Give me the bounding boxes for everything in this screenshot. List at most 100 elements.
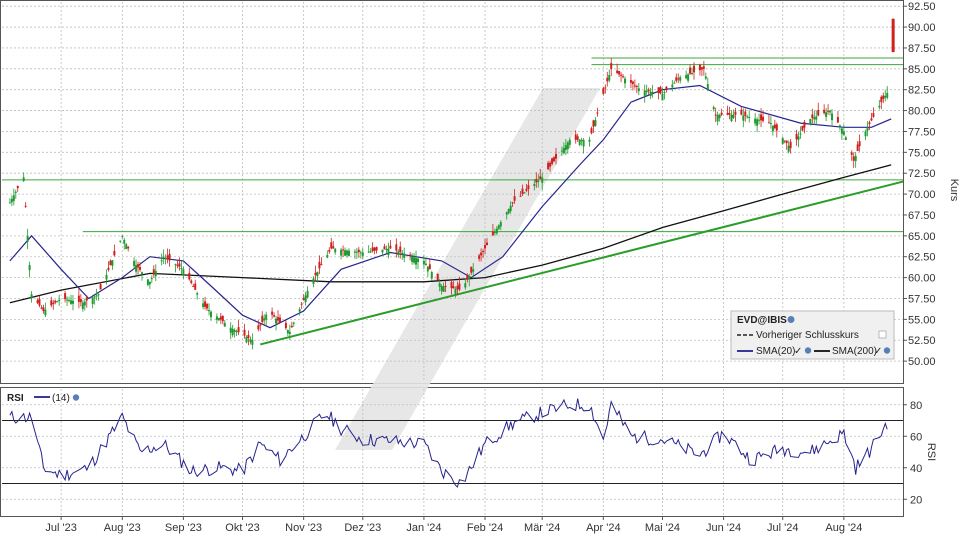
candle-body [482,251,485,253]
candle-body [590,128,593,134]
candle-body [665,86,668,91]
candle-body [77,295,80,302]
candle-body [541,177,544,183]
candle-body [221,315,224,322]
candle-body [606,77,609,82]
candle-body [306,290,309,298]
candle-body [371,247,374,252]
price-tick-label: 60.00 [908,273,936,285]
candle-body [574,134,577,140]
candle-body [649,91,652,96]
globe-icon[interactable] [72,394,80,401]
rsi-tick-label: 40 [910,463,922,475]
price-tick-label: 65.00 [908,231,936,243]
candle-body [8,202,11,204]
rsi-axis-title: RSI [925,443,937,461]
candle-body [24,205,27,207]
candle-body [154,271,157,277]
date-tick-label: Okt '23 [225,522,260,534]
candle-body [785,140,788,144]
candle-body [452,286,455,289]
candle-body [553,157,556,162]
candle-body [840,128,843,134]
candle-body [204,301,207,307]
candle-body [342,249,345,251]
candle-body [616,70,619,73]
candle-body [304,295,307,303]
candle-body [99,284,102,290]
rsi-axis-ticks: 20 40 60 80 [903,400,922,506]
candle-body [687,74,690,81]
candle-body [275,318,278,324]
candle-body [247,334,250,338]
price-tick-label: 75.00 [908,147,936,159]
candle-body [387,248,390,256]
globe-icon[interactable] [883,347,891,354]
candle-body [838,125,841,127]
candle-body [180,268,183,269]
candle-body [278,317,281,323]
legend-sma200: SMA(200) [832,346,877,357]
candle-body [137,264,140,268]
candle-body [769,123,772,125]
candle-body [113,250,116,256]
candle-body [576,136,579,140]
candle-body [182,269,185,276]
candle-body [700,67,703,70]
checkbox-icon[interactable] [878,330,887,339]
rsi-legend-title: RSI [7,393,24,404]
candle-body [602,88,605,94]
date-tick-label: Jan '24 [406,522,441,534]
candle-body [139,266,142,270]
candle-body [659,87,662,94]
candle-body [71,300,74,304]
candle-body [162,256,165,258]
check-icon[interactable]: ✓ [794,346,802,357]
candle-body [68,300,71,302]
candle-body [442,286,445,292]
candle-body [868,122,871,125]
candle-body [105,274,108,280]
globe-icon[interactable] [787,316,795,323]
candle-body [533,184,536,187]
check-icon[interactable]: ✓ [874,346,882,357]
price-tick-label: 72.50 [908,168,936,180]
date-tick-label: Jul '24 [767,522,798,534]
candle-body [219,316,222,320]
candle-body [608,75,611,81]
globe-icon[interactable] [804,347,812,354]
candle-body [539,176,542,180]
candle-body [168,253,171,261]
price-tick-label: 85.00 [908,64,936,76]
candle-body [330,242,333,249]
candle-body [799,133,802,135]
candle-body [748,116,751,118]
candle-body [64,293,67,300]
candle-body [26,235,29,242]
candle-body [273,315,276,317]
candle-body [661,93,664,101]
candle-body [231,328,234,336]
price-tick-label: 82.50 [908,85,936,97]
candle-body [133,260,136,267]
candle-body [551,158,554,164]
candle-body [470,266,473,273]
candle-body [357,249,360,253]
candle-body [16,186,19,189]
date-tick-label: Aug '24 [825,522,862,534]
candle-body [243,329,246,336]
candle-body [870,118,873,121]
candle-body [635,86,638,88]
candle-body [813,117,816,120]
candle-body [411,256,414,262]
candle-body [188,272,191,280]
candle-body [744,111,747,116]
last-candle [891,18,895,53]
candle-body [58,299,61,302]
candle-body [537,180,540,183]
candle-body [484,245,487,249]
candle-body [152,269,155,275]
price-axis-ticks: 50.00 52.50 55.00 57.50 60.00 62.50 65.00 67.50… [903,1,936,368]
candle-body [318,261,321,269]
candle-body [369,251,372,253]
